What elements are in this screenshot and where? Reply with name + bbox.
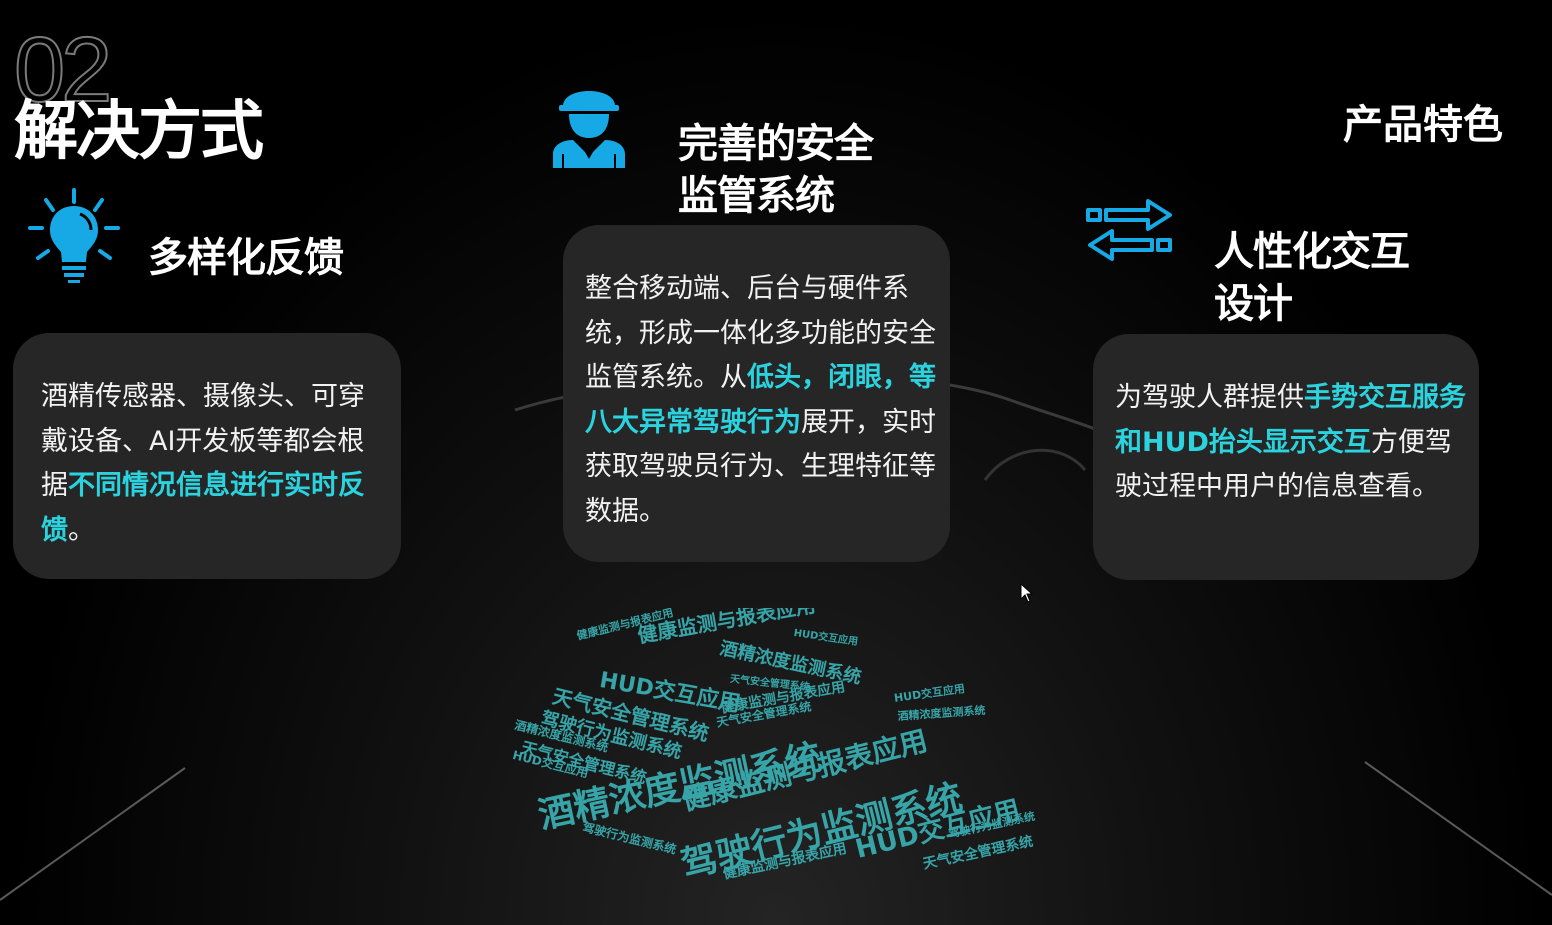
lightbulb-icon bbox=[28, 188, 120, 288]
feature-card-feedback: 酒精传感器、摄像头、可穿戴设备、AI开发板等都会根据不同情况信息进行实时反馈。 bbox=[13, 333, 401, 579]
swap-arrows-icon bbox=[1086, 198, 1174, 266]
product-feature-label: 产品特色 bbox=[1343, 102, 1503, 148]
feature-title-line2: 监管系统 bbox=[678, 173, 835, 219]
word-cloud-item: 酒精浓度监测系统 bbox=[897, 703, 986, 723]
word-cloud-item: 驾驶行为监测系统 bbox=[581, 819, 678, 857]
mouse-cursor-icon bbox=[1020, 582, 1034, 607]
word-cloud-item: HUD交互应用 bbox=[792, 627, 859, 648]
section-title: 解决方式 bbox=[14, 95, 264, 169]
feature-card-safety: 整合移动端、后台与硬件系统，形成一体化多功能的安全监管系统。从低头，闭眼，等八大… bbox=[563, 225, 950, 562]
word-cloud-item: HUD交互应用 bbox=[893, 682, 966, 705]
card-text-end: 。 bbox=[68, 514, 95, 546]
feature-title-safety: 完善的安全 监管系统 bbox=[678, 118, 874, 222]
feature-title-feedback: 多样化反馈 bbox=[148, 235, 344, 281]
feature-title-line2: 设计 bbox=[1214, 281, 1293, 327]
feature-title-line1: 人性化交互 bbox=[1214, 229, 1410, 275]
feature-title-line1: 完善的安全 bbox=[678, 121, 874, 167]
worker-icon bbox=[551, 76, 627, 172]
card-text: 为驾驶人群提供 bbox=[1115, 382, 1304, 413]
feature-card-interaction: 为驾驶人群提供手势交互服务和HUD抬头显示交互方便驾驶过程中用户的信息查看。 bbox=[1093, 334, 1479, 580]
word-cloud: 健康监测与报表应用 酒精浓度监测系统 HUD交互应用 天气安全管理系统 驾驶行为… bbox=[505, 608, 1065, 898]
feature-title-interaction: 人性化交互 设计 bbox=[1214, 226, 1410, 330]
